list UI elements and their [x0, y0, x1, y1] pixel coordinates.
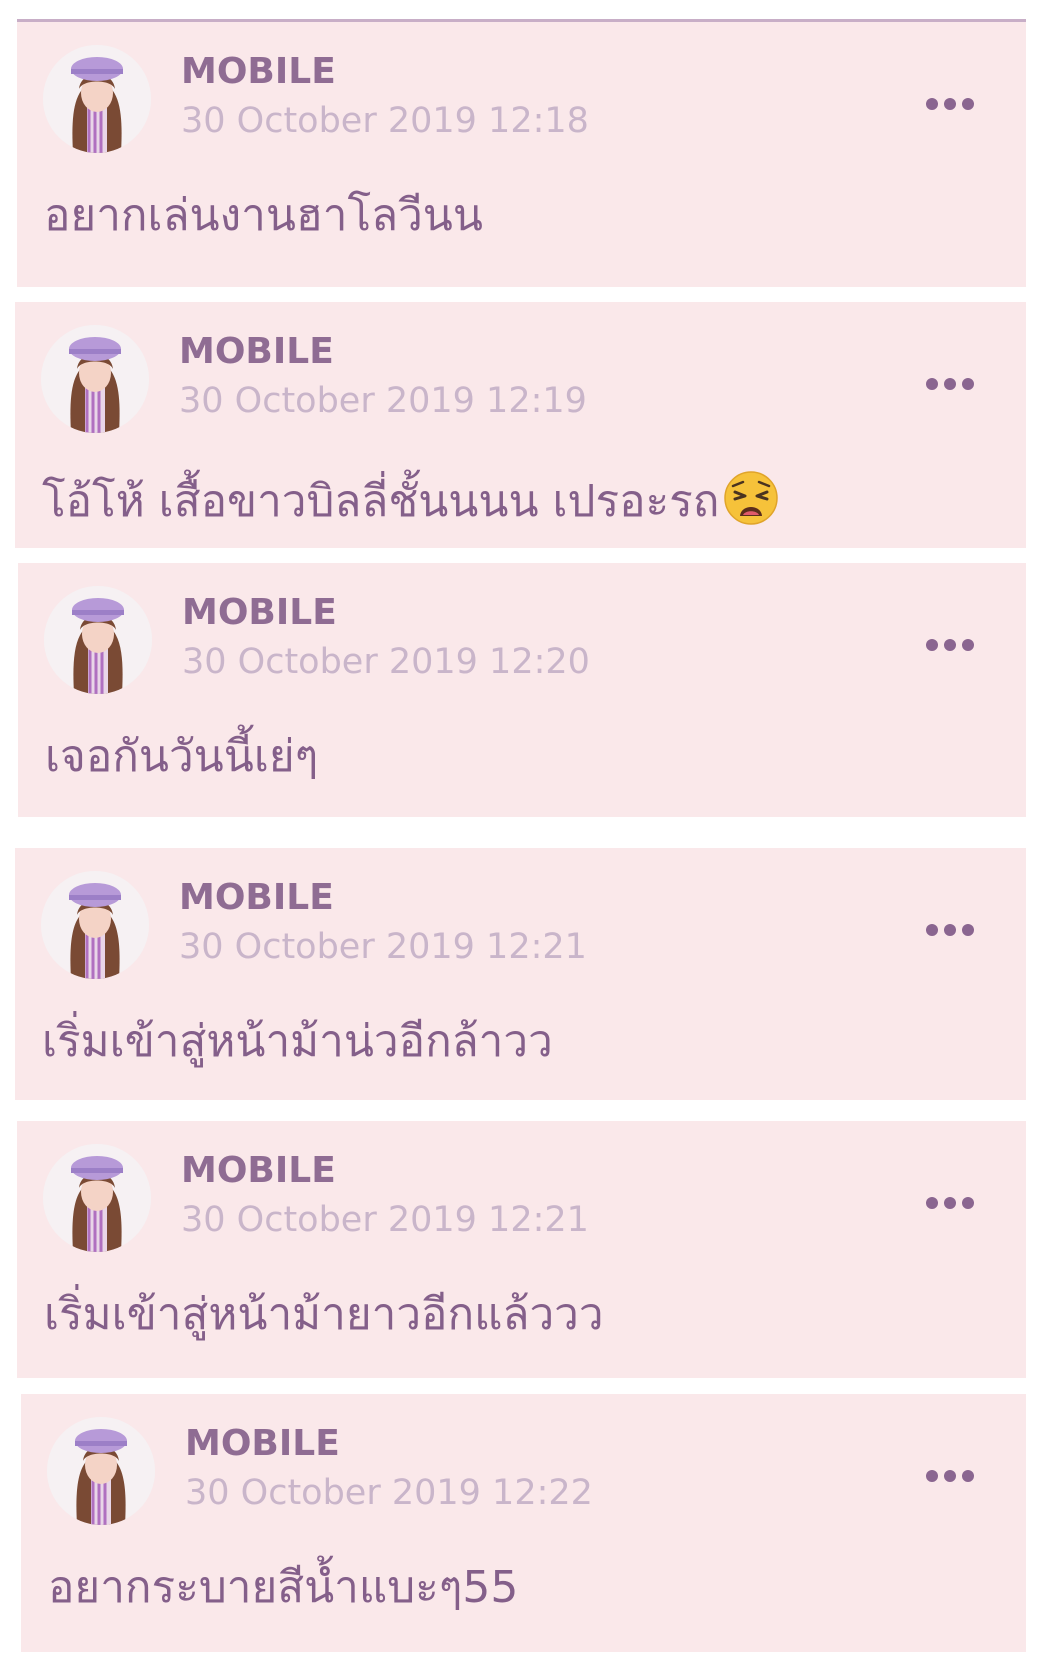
more-options-button[interactable]	[924, 1468, 976, 1484]
post-text: เจอกันวันนี้เย่ๆ	[45, 731, 318, 784]
avatar-image	[41, 325, 149, 433]
avatar-image	[43, 1144, 151, 1252]
post-text-content: เริ่มเข้าสู่หน้าม้าน่วอีกล้าวว	[42, 1016, 553, 1067]
post-text: เริ่มเข้าสู่หน้าม้าน่วอีกล้าวว	[42, 1016, 553, 1069]
post-text: อยากระบายสีน้ำแบะๆ55	[48, 1562, 518, 1615]
more-options-button[interactable]	[924, 922, 976, 938]
post-timestamp: 30 October 2019 12:22	[185, 1473, 593, 1513]
more-horizontal-icon	[926, 924, 974, 936]
more-options-button[interactable]	[924, 96, 976, 112]
author-name[interactable]: MOBILE	[181, 1153, 336, 1189]
post-timestamp: 30 October 2019 12:21	[181, 1200, 589, 1240]
avatar[interactable]	[41, 871, 149, 979]
post-timestamp: 30 October 2019 12:21	[179, 927, 587, 967]
post-card: MOBILE 30 October 2019 12:21 เริ่มเข้าสู…	[17, 1121, 1026, 1378]
avatar[interactable]	[44, 586, 152, 694]
avatar[interactable]	[47, 1417, 155, 1525]
author-name[interactable]: MOBILE	[182, 595, 337, 631]
post-text-content: เจอกันวันนี้เย่ๆ	[45, 731, 319, 782]
post-card: MOBILE 30 October 2019 12:18 อยากเล่นงาน…	[17, 22, 1026, 287]
post-timestamp: 30 October 2019 12:18	[181, 101, 589, 141]
post-text: โอ้โห้ เสื้อขาวบิลลี่ชั้นนนน เปรอะรถ	[42, 470, 779, 529]
avatar[interactable]	[43, 1144, 151, 1252]
avatar-image	[41, 871, 149, 979]
post-text: อยากเล่นงานฮาโลวีนน	[44, 190, 483, 243]
avatar[interactable]	[41, 325, 149, 433]
author-name[interactable]: MOBILE	[185, 1426, 340, 1462]
more-horizontal-icon	[926, 639, 974, 651]
post-card: MOBILE 30 October 2019 12:22 อยากระบายสี…	[21, 1394, 1026, 1652]
weary-face-emoji	[724, 471, 779, 525]
post-card: MOBILE 30 October 2019 12:21 เริ่มเข้าสู…	[15, 848, 1026, 1100]
more-horizontal-icon	[926, 1470, 974, 1482]
more-options-button[interactable]	[924, 637, 976, 653]
post-text-content: อยากเล่นงานฮาโลวีนน	[44, 190, 483, 241]
more-horizontal-icon	[926, 1197, 974, 1209]
author-name[interactable]: MOBILE	[179, 334, 334, 370]
more-options-button[interactable]	[924, 1195, 976, 1211]
post-text-content: เริ่มเข้าสู่หน้าม้ายาวอีกแล้ววว	[44, 1289, 604, 1340]
avatar-image	[44, 586, 152, 694]
more-horizontal-icon	[926, 378, 974, 390]
post-text: เริ่มเข้าสู่หน้าม้ายาวอีกแล้ววว	[44, 1289, 604, 1342]
more-options-button[interactable]	[924, 376, 976, 392]
post-card: MOBILE 30 October 2019 12:19 โอ้โห้ เสื้…	[15, 302, 1026, 548]
more-horizontal-icon	[926, 98, 974, 110]
avatar-image	[43, 45, 151, 153]
author-name[interactable]: MOBILE	[181, 54, 336, 90]
author-name[interactable]: MOBILE	[179, 880, 334, 916]
post-timestamp: 30 October 2019 12:20	[182, 642, 590, 682]
post-card: MOBILE 30 October 2019 12:20 เจอกันวันนี…	[18, 563, 1026, 817]
post-text-content: อยากระบายสีน้ำแบะๆ55	[48, 1562, 519, 1613]
avatar-image	[47, 1417, 155, 1525]
avatar[interactable]	[43, 45, 151, 153]
post-timestamp: 30 October 2019 12:19	[179, 381, 587, 421]
post-text-content: โอ้โห้ เสื้อขาวบิลลี่ชั้นนนน เปรอะรถ	[42, 476, 720, 527]
